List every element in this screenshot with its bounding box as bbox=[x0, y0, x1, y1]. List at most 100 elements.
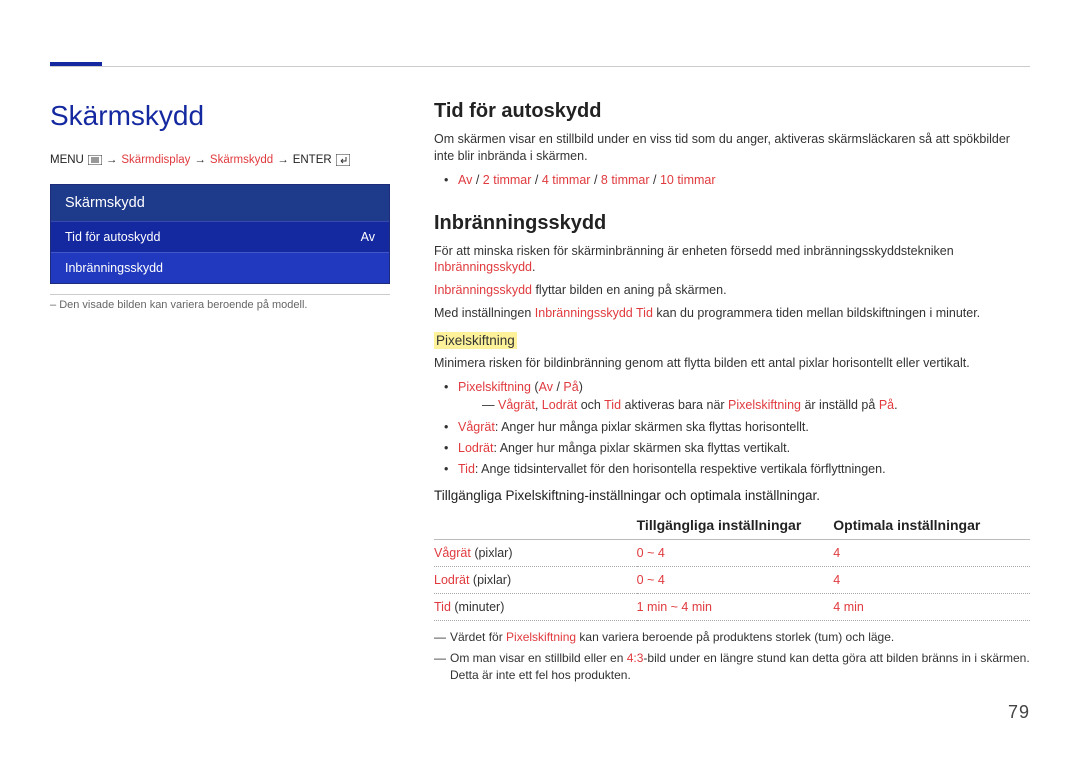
text: För att minska risken för skärminbrännin… bbox=[434, 244, 954, 258]
section-autoskydd: Tid för autoskydd Om skärmen visar en st… bbox=[434, 100, 1030, 190]
highlight: 4:3 bbox=[627, 651, 644, 665]
menu-panel: Skärmskydd Tid för autoskydd Av Inbränni… bbox=[50, 184, 390, 284]
footnote: Om man visar en stillbild eller en 4:3-b… bbox=[434, 650, 1030, 684]
highlight: Pixelskiftning bbox=[458, 380, 531, 394]
section-paragraph: Med inställningen Inbränningsskydd Tid k… bbox=[434, 305, 1030, 322]
text: är inställd på bbox=[801, 398, 879, 412]
text: flyttar bilden en aning på skärmen. bbox=[532, 283, 727, 297]
highlight: Pixelskiftning bbox=[506, 630, 576, 644]
table-cell: 4 bbox=[833, 540, 1030, 567]
right-column: Tid för autoskydd Om skärmen visar en st… bbox=[434, 100, 1030, 706]
table-cell: Lodrät (pixlar) bbox=[434, 567, 637, 594]
text: (pixlar) bbox=[469, 573, 511, 587]
text: (pixlar) bbox=[471, 546, 513, 560]
text: Med inställningen bbox=[434, 306, 535, 320]
table-row: Vågrät (pixlar) 0 ~ 4 4 bbox=[434, 540, 1030, 567]
text: ( bbox=[531, 380, 539, 394]
text: ) bbox=[579, 380, 583, 394]
text: Värdet för bbox=[450, 630, 506, 644]
highlight: Tid bbox=[604, 398, 621, 412]
section-paragraph: För att minska risken för skärminbrännin… bbox=[434, 243, 1030, 277]
section-paragraph: Om skärmen visar en stillbild under en v… bbox=[434, 131, 1030, 165]
list-item: Lodrät: Anger hur många pixlar skärmen s… bbox=[458, 439, 1030, 458]
highlight: Inbränningsskydd bbox=[434, 283, 532, 297]
panel-note-text: Den visade bilden kan variera beroende p… bbox=[59, 299, 307, 311]
highlight: Lodrät bbox=[542, 398, 577, 412]
section-paragraph: Inbränningsskydd flyttar bilden en aning… bbox=[434, 282, 1030, 299]
table-header: Optimala inställningar bbox=[833, 511, 1030, 540]
section-heading: Tid för autoskydd bbox=[434, 100, 1030, 123]
highlight: På bbox=[563, 380, 578, 394]
content-columns: Skärmskydd MENU → Skärmdisplay → Skärmsk… bbox=[50, 0, 1030, 706]
section-inbranning: Inbränningsskydd För att minska risken f… bbox=[434, 212, 1030, 684]
panel-row-autoskydd[interactable]: Tid för autoskydd Av bbox=[51, 221, 389, 252]
breadcrumb-arrow: → bbox=[277, 154, 289, 166]
table-row: Tid (minuter) 1 min ~ 4 min 4 min bbox=[434, 594, 1030, 621]
footnotes: Värdet för Pixelskiftning kan variera be… bbox=[434, 629, 1030, 683]
panel-row-label: Inbränningsskydd bbox=[65, 261, 163, 275]
option-10: 10 timmar bbox=[660, 173, 716, 187]
panel-row-label: Tid för autoskydd bbox=[65, 230, 160, 244]
highlight: Av bbox=[539, 380, 553, 394]
highlight: Lodrät bbox=[434, 573, 469, 587]
text: . bbox=[894, 398, 897, 412]
section-paragraph: Minimera risken för bildinbränning genom… bbox=[434, 355, 1030, 372]
highlight: Inbränningsskydd bbox=[434, 260, 532, 274]
table-cell: 4 min bbox=[833, 594, 1030, 621]
menu-icon bbox=[88, 155, 102, 165]
dash-note: Vågrät, Lodrät och Tid aktiveras bara nä… bbox=[458, 397, 1030, 415]
panel-note: – Den visade bilden kan variera beroende… bbox=[50, 294, 390, 311]
text: . bbox=[532, 260, 535, 274]
text: Om man visar en stillbild eller en bbox=[450, 651, 627, 665]
table-cell: 4 bbox=[833, 567, 1030, 594]
text: aktiveras bara när bbox=[621, 398, 728, 412]
highlight: Lodrät bbox=[458, 441, 493, 455]
panel-title: Skärmskydd bbox=[51, 185, 389, 221]
options-list: Av / 2 timmar / 4 timmar / 8 timmar / 10… bbox=[434, 171, 1030, 190]
table-row: Lodrät (pixlar) 0 ~ 4 4 bbox=[434, 567, 1030, 594]
settings-table: Tillgängliga inställningar Optimala inst… bbox=[434, 511, 1030, 621]
text: , bbox=[535, 398, 542, 412]
text: kan variera beroende på produktens storl… bbox=[576, 630, 894, 644]
text: (minuter) bbox=[451, 600, 504, 614]
enter-icon bbox=[336, 154, 350, 166]
option-av: Av bbox=[458, 173, 472, 187]
highlight: På bbox=[879, 398, 894, 412]
table-cell: Vågrät (pixlar) bbox=[434, 540, 637, 567]
highlight: Vågrät bbox=[434, 546, 471, 560]
table-cell: 1 min ~ 4 min bbox=[637, 594, 834, 621]
table-header bbox=[434, 511, 637, 540]
header-rule bbox=[50, 66, 1030, 67]
text: : Anger hur många pixlar skärmen ska fly… bbox=[493, 441, 790, 455]
page-number: 79 bbox=[1008, 702, 1030, 723]
option-4: 4 timmar bbox=[542, 173, 591, 187]
list-item: Vågrät: Anger hur många pixlar skärmen s… bbox=[458, 418, 1030, 437]
text: och bbox=[577, 398, 604, 412]
dash-line: Vågrät, Lodrät och Tid aktiveras bara nä… bbox=[482, 397, 1030, 415]
breadcrumb-screen: Skärmskydd bbox=[210, 154, 273, 166]
panel-note-prefix: – bbox=[50, 299, 56, 311]
footnote: Värdet för Pixelskiftning kan variera be… bbox=[434, 629, 1030, 646]
text: kan du programmera tiden mellan bildskif… bbox=[653, 306, 980, 320]
highlight: Vågrät bbox=[498, 398, 535, 412]
text: / bbox=[553, 380, 563, 394]
highlight: Tid bbox=[434, 600, 451, 614]
highlight: Inbränningsskydd Tid bbox=[535, 306, 653, 320]
section-heading: Inbränningsskydd bbox=[434, 212, 1030, 235]
breadcrumb: MENU → Skärmdisplay → Skärmskydd → ENTER bbox=[50, 154, 390, 166]
table-cell: 0 ~ 4 bbox=[637, 567, 834, 594]
table-cell: Tid (minuter) bbox=[434, 594, 637, 621]
option-2: 2 timmar bbox=[483, 173, 532, 187]
breadcrumb-enter: ENTER bbox=[293, 154, 332, 166]
table-header-row: Tillgängliga inställningar Optimala inst… bbox=[434, 511, 1030, 540]
list-item: Tid: Ange tidsintervallet för den horiso… bbox=[458, 460, 1030, 479]
panel-row-inbranning[interactable]: Inbränningsskydd bbox=[51, 252, 389, 283]
page-title: Skärmskydd bbox=[50, 100, 390, 132]
table-cell: 0 ~ 4 bbox=[637, 540, 834, 567]
left-column: Skärmskydd MENU → Skärmdisplay → Skärmsk… bbox=[50, 100, 390, 706]
option-8: 8 timmar bbox=[601, 173, 650, 187]
panel-row-value: Av bbox=[361, 230, 375, 244]
table-intro: Tillgängliga Pixelskiftning-inställninga… bbox=[434, 488, 1030, 503]
breadcrumb-arrow: → bbox=[194, 154, 206, 166]
list-item: Pixelskiftning (Av / På) Vågrät, Lodrät … bbox=[458, 378, 1030, 414]
